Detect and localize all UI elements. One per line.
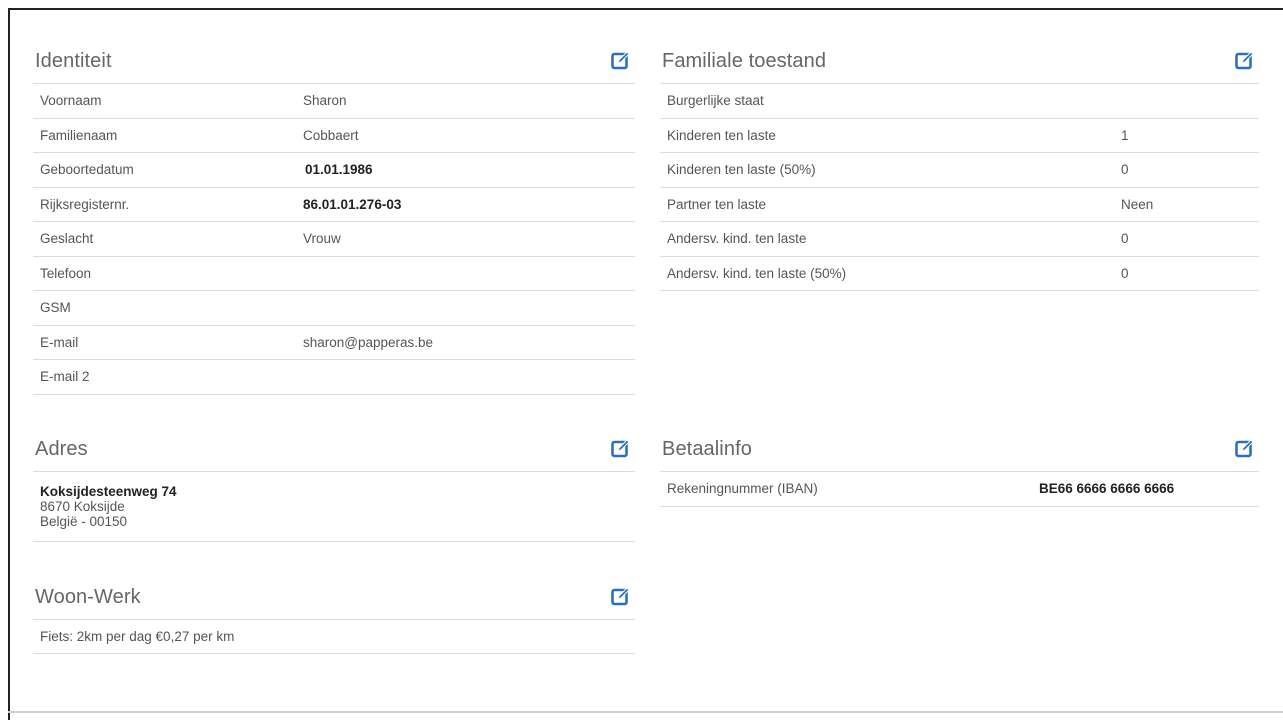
row-value: Neen <box>1121 196 1154 212</box>
row-value[interactable]: sharon@papperas.be <box>303 335 433 350</box>
row-label: Rijksregisternr. <box>40 196 130 212</box>
identiteit-row-gsm: GSM <box>33 291 635 326</box>
identiteit-panel: Identiteit Voornaam Sharon Familienaam C… <box>33 36 635 395</box>
identiteit-title: Identiteit <box>35 50 112 72</box>
betaalinfo-row-iban: Rekeningnummer (IBAN) BE66 6666 6666 666… <box>660 472 1259 507</box>
row-value: Cobbaert <box>303 127 359 143</box>
woonwerk-title: Woon-Werk <box>35 586 141 608</box>
familiale-header: Familiale toestand <box>660 36 1259 84</box>
familiale-row-partner: Partner ten laste Neen <box>660 188 1259 222</box>
row-value: 86.01.01.276-03 <box>303 196 402 212</box>
row-label: Telefoon <box>40 265 92 281</box>
familiale-row-burgerlijke-staat: Burgerlijke staat <box>660 84 1259 119</box>
betaalinfo-edit-icon[interactable] <box>1235 438 1255 458</box>
row-value: Vrouw <box>303 231 341 246</box>
identiteit-row-geslacht: Geslacht Vrouw <box>33 222 635 257</box>
betaalinfo-panel: Betaalinfo Rekeningnummer (IBAN) BE66 66… <box>660 424 1259 507</box>
familiale-row-kinderen: Kinderen ten laste 1 <box>660 119 1259 153</box>
identiteit-row-email: E-mail sharon@papperas.be <box>33 326 635 360</box>
identiteit-row-email2: E-mail 2 <box>33 360 635 395</box>
identiteit-header: Identiteit <box>33 36 635 84</box>
row-label: E-mail 2 <box>40 369 90 384</box>
familiale-row-andersv-50: Andersv. kind. ten laste (50%) 0 <box>660 257 1259 291</box>
woonwerk-header: Woon-Werk <box>33 572 635 620</box>
adres-header: Adres <box>33 424 635 472</box>
row-label: Voornaam <box>40 93 102 108</box>
familiale-panel: Familiale toestand Burgerlijke staat Kin… <box>660 36 1259 291</box>
row-value: 0 <box>1121 162 1129 177</box>
adres-panel: Adres Koksijdesteenweg 74 8670 Koksijde … <box>33 424 635 542</box>
row-value: 1 <box>1121 127 1129 143</box>
row-label: Andersv. kind. ten laste (50%) <box>667 265 847 281</box>
identiteit-row-telefoon: Telefoon <box>33 257 635 291</box>
row-label: Kinderen ten laste <box>667 127 776 143</box>
woonwerk-panel: Woon-Werk Fiets: 2km per dag €0,27 per k… <box>33 572 635 654</box>
familiale-row-kinderen-50: Kinderen ten laste (50%) 0 <box>660 153 1259 188</box>
identiteit-row-geboortedatum: Geboortedatum 01.01.1986 <box>33 153 635 188</box>
adres-country: België - 00150 <box>40 514 128 529</box>
adres-city: 8670 Koksijde <box>40 499 125 514</box>
betaalinfo-title: Betaalinfo <box>662 438 752 460</box>
row-label: E-mail <box>40 334 79 350</box>
row-value: BE66 6666 6666 6666 <box>1039 481 1175 496</box>
row-label: GSM <box>40 300 71 315</box>
row-label: Familienaam <box>40 127 118 143</box>
familiale-title: Familiale toestand <box>662 50 827 72</box>
row-label: Andersv. kind. ten laste <box>667 231 807 246</box>
familiale-edit-icon[interactable] <box>1235 50 1255 70</box>
identiteit-row-voornaam: Voornaam Sharon <box>33 84 635 119</box>
row-label: Partner ten laste <box>667 196 767 212</box>
woonwerk-text: Fiets: 2km per dag €0,27 per km <box>33 620 635 654</box>
row-label: Geboortedatum <box>40 162 134 177</box>
bottom-divider <box>8 711 1283 713</box>
adres-title: Adres <box>35 438 88 460</box>
adres-block: Koksijdesteenweg 74 8670 Koksijde België… <box>33 472 635 542</box>
identiteit-row-familienaam: Familienaam Cobbaert <box>33 119 635 153</box>
row-value: 01.01.1986 <box>305 162 373 177</box>
adres-street: Koksijdesteenweg 74 <box>40 484 177 499</box>
row-value: 0 <box>1121 231 1129 246</box>
row-label: Kinderen ten laste (50%) <box>667 162 816 177</box>
betaalinfo-header: Betaalinfo <box>660 424 1259 472</box>
row-label: Burgerlijke staat <box>667 93 764 108</box>
woonwerk-edit-icon[interactable] <box>611 586 631 606</box>
identiteit-row-rijksregisternr: Rijksregisternr. 86.01.01.276-03 <box>33 188 635 222</box>
row-value: Sharon <box>303 93 347 108</box>
familiale-row-andersv: Andersv. kind. ten laste 0 <box>660 222 1259 257</box>
adres-edit-icon[interactable] <box>611 438 631 458</box>
row-value: 0 <box>1121 265 1129 281</box>
row-label: Rekeningnummer (IBAN) <box>667 481 818 496</box>
row-label: Geslacht <box>40 231 94 246</box>
identiteit-edit-icon[interactable] <box>611 50 631 70</box>
